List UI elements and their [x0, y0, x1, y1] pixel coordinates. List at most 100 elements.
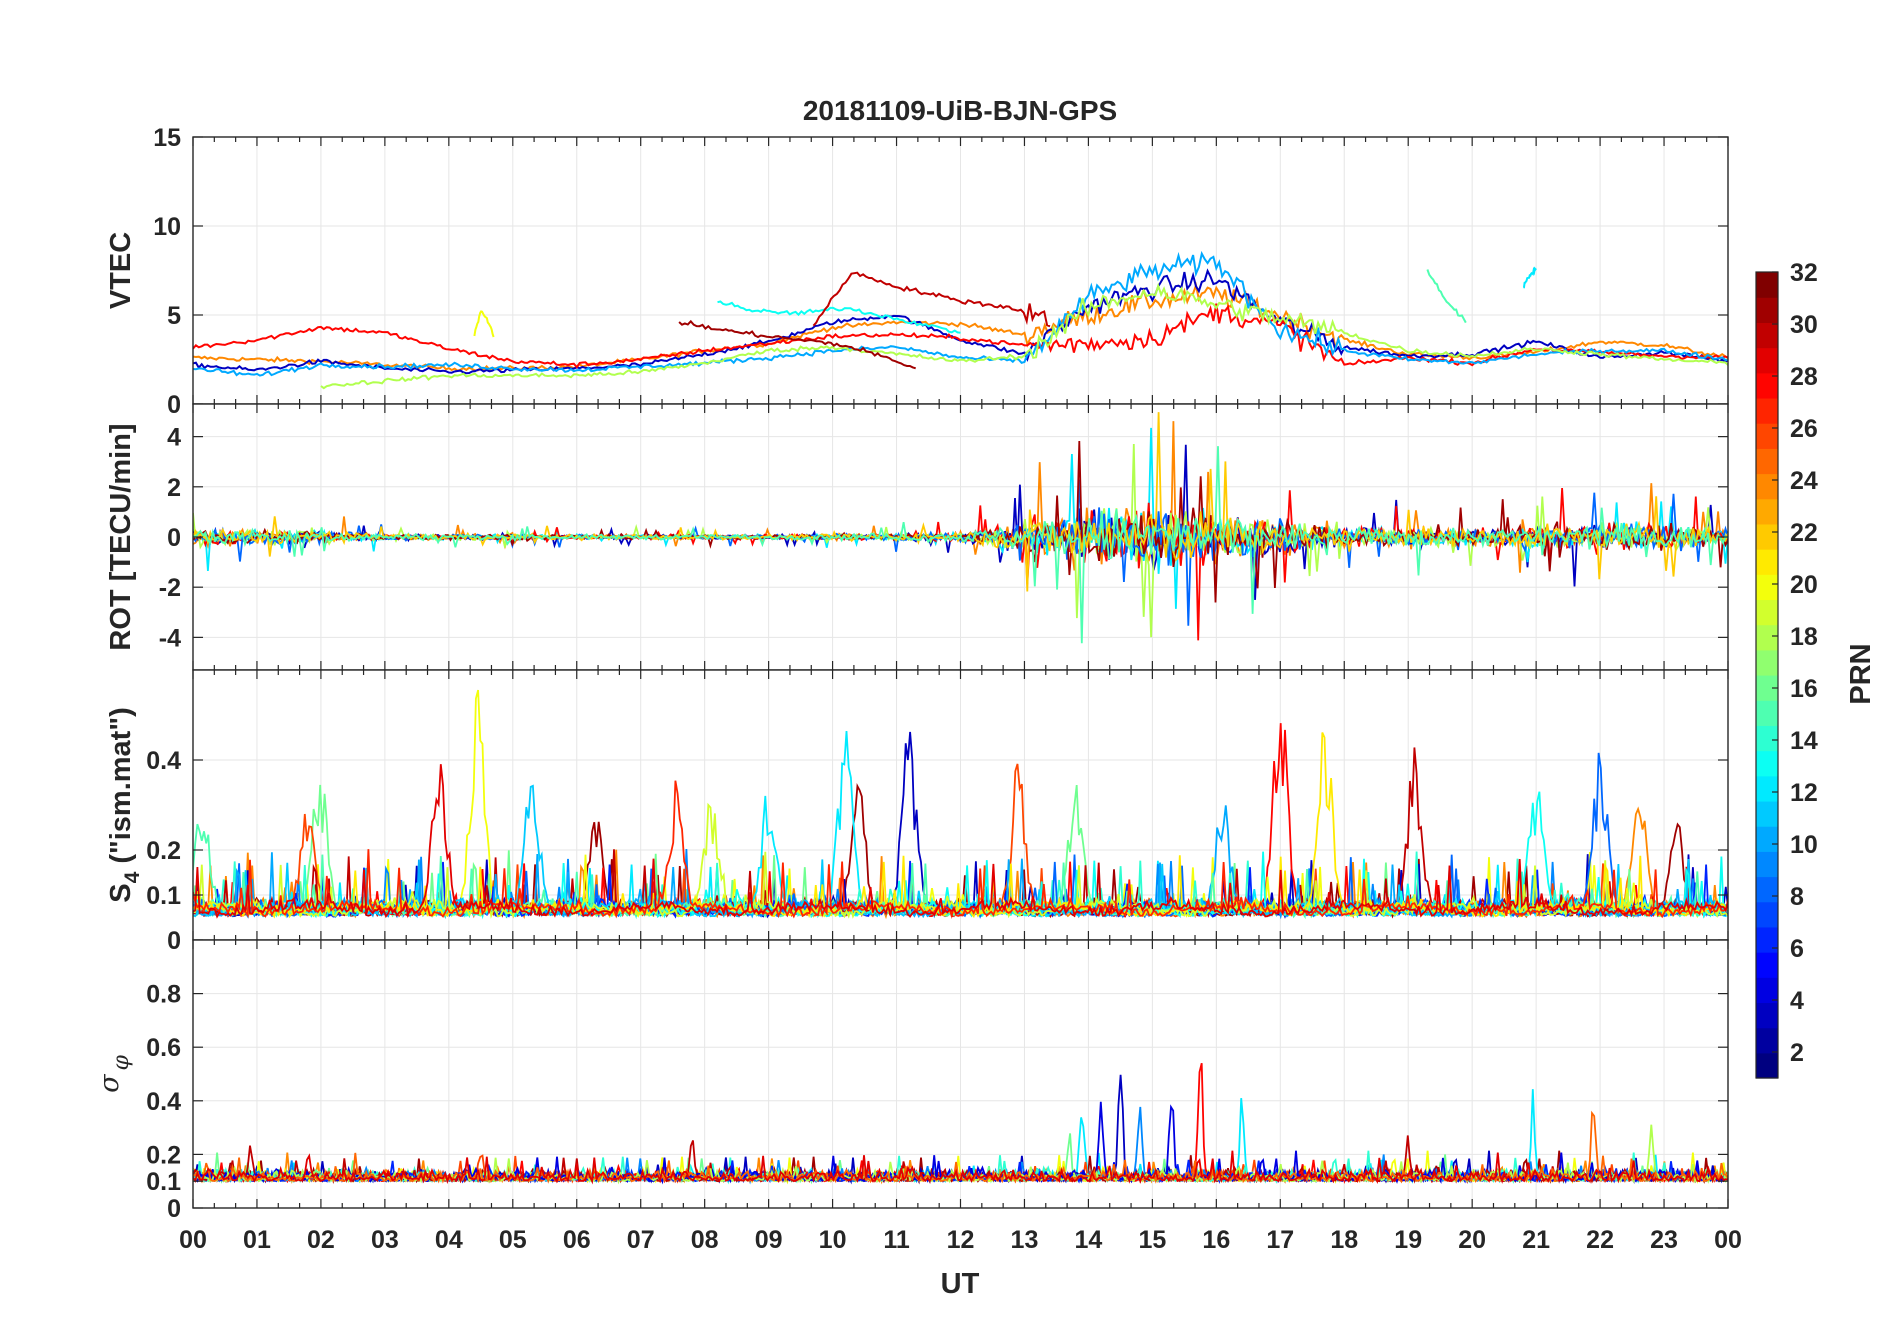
x-tick-label: 22: [1586, 1226, 1614, 1254]
y-tick-label: 0.4: [146, 1088, 181, 1116]
x-tick-label: 23: [1650, 1226, 1678, 1254]
colorbar-segment: [1756, 624, 1778, 651]
y-tick-label: 0: [167, 927, 181, 955]
colorbar-segment: [1756, 649, 1778, 676]
colorbar-segment: [1756, 574, 1778, 601]
colorbar-segment: [1756, 423, 1778, 449]
chart-figure: 20181109-UiB-BJN-GPS 051015VTEC-4-2024RO…: [94, 95, 1877, 1300]
colorbar-segment: [1756, 1002, 1778, 1029]
colorbar-tick-label: 10: [1790, 831, 1818, 859]
y-tick-label: 0.2: [146, 1141, 181, 1169]
colorbar-segment: [1756, 750, 1778, 777]
x-tick-label: 17: [1266, 1226, 1294, 1254]
colorbar-tick-label: 24: [1790, 467, 1818, 495]
x-tick-label: 01: [243, 1226, 271, 1254]
y-tick-label: 4: [167, 424, 181, 452]
x-tick-label: 00: [1714, 1226, 1742, 1254]
colorbar-segment: [1756, 800, 1778, 827]
x-tick-labels: 00 01 02 03 04 05 06 07 08 09 10 11 12 13 14 15 16 17 18 19…: [179, 1226, 1742, 1254]
colorbar-tick-label: 14: [1790, 727, 1818, 755]
x-tick-label: 20: [1458, 1226, 1486, 1254]
colorbar-tick-label: 20: [1790, 571, 1818, 599]
y-tick-label: -4: [159, 624, 181, 652]
x-tick-label: 19: [1394, 1226, 1422, 1254]
x-tick-label: 02: [307, 1226, 335, 1254]
x-axis-label: UT: [941, 1268, 980, 1300]
panel-rot: -4 -2 0 2 4 ROT [TECU/min]: [105, 403, 1729, 671]
colorbar: 2468101214161820222426283032: [1755, 259, 1818, 1079]
colorbar-tick-label: 22: [1790, 519, 1818, 547]
colorbar-segment: [1756, 523, 1778, 550]
y-axis-label: σφ: [94, 1054, 134, 1092]
y-tick-label: 0.8: [146, 981, 181, 1009]
x-tick-label: 08: [691, 1226, 719, 1254]
y-axis-label: VTEC: [105, 232, 137, 309]
colorbar-label: PRN: [1845, 643, 1877, 704]
x-tick-label: 16: [1202, 1226, 1230, 1254]
y-tick-label: 10: [153, 213, 181, 241]
colorbar-segment: [1756, 700, 1778, 726]
x-tick-label: 07: [627, 1226, 655, 1254]
colorbar-tick-label: 30: [1790, 311, 1818, 339]
panel-sigma_phi: 00.10.2 0.4 0.6 0.8 σφ: [94, 939, 1729, 1223]
colorbar-segment: [1756, 272, 1778, 298]
colorbar-tick-label: 26: [1790, 415, 1818, 443]
colorbar-segment: [1756, 725, 1778, 752]
y-axis-label: S4 ("ism.mat"): [105, 707, 144, 903]
colorbar-segment: [1756, 826, 1778, 852]
colorbar-segment: [1756, 347, 1778, 374]
colorbar-segment: [1756, 297, 1778, 323]
y-tick-label: 5: [167, 302, 181, 330]
x-tick-label: 15: [1138, 1226, 1166, 1254]
y-tick-label: 15: [153, 124, 181, 152]
x-tick-label: 05: [499, 1226, 527, 1254]
colorbar-segment: [1756, 448, 1778, 475]
y-tick-label: 0: [167, 1195, 181, 1223]
colorbar-segment: [1756, 1052, 1778, 1079]
colorbar-segment: [1756, 1027, 1778, 1054]
colorbar-tick-label: 8: [1790, 883, 1804, 911]
colorbar-segment: [1756, 851, 1778, 878]
x-tick-label: 13: [1011, 1226, 1039, 1254]
colorbar-tick-label: 32: [1790, 259, 1818, 287]
colorbar-segment: [1756, 901, 1778, 928]
colorbar-tick-label: 4: [1790, 987, 1804, 1015]
x-tick-label: 14: [1075, 1226, 1103, 1254]
chart-title: 20181109-UiB-BJN-GPS: [803, 95, 1117, 126]
x-tick-label: 09: [755, 1226, 783, 1254]
y-tick-label: 0.6: [146, 1034, 181, 1062]
colorbar-segment: [1756, 498, 1778, 525]
y-tick-label: 2: [167, 474, 181, 502]
colorbar-segment: [1756, 599, 1778, 626]
colorbar-segment: [1756, 952, 1778, 978]
colorbar-tick-label: 12: [1790, 779, 1818, 807]
colorbar-segment: [1756, 372, 1778, 399]
panel-vtec: 0 5 10 15 VTEC: [105, 124, 1729, 419]
y-tick-label: 0: [167, 524, 181, 552]
colorbar-segment: [1756, 926, 1778, 953]
x-tick-label: 06: [563, 1226, 591, 1254]
x-tick-label: 03: [371, 1226, 399, 1254]
colorbar-tick-label: 6: [1790, 935, 1804, 963]
colorbar-tick-label: 16: [1790, 675, 1818, 703]
colorbar-segment: [1756, 397, 1778, 424]
plot-panels: 051015VTEC-4-2024ROT [TECU/min]00.10.20.…: [94, 124, 1729, 1223]
panel-s4: 0 0.1 0.2 0.4S4 ("ism.mat"): [105, 669, 1729, 955]
y-tick-label: 0.1: [146, 882, 181, 910]
x-tick-label: 10: [819, 1226, 847, 1254]
colorbar-segment: [1756, 322, 1778, 349]
y-tick-label: 0.4: [146, 747, 181, 775]
colorbar-tick-label: 28: [1790, 363, 1818, 391]
y-tick-label: -2: [159, 574, 181, 602]
colorbar-segment: [1756, 876, 1778, 903]
y-tick-label: 0.2: [146, 837, 181, 865]
y-axis-label: ROT [TECU/min]: [105, 423, 137, 650]
y-tick-label: 0: [167, 391, 181, 419]
y-tick-label: 0.1: [146, 1168, 181, 1196]
x-tick-label: 21: [1522, 1226, 1550, 1254]
x-tick-label: 11: [883, 1226, 910, 1254]
x-tick-label: 18: [1330, 1226, 1358, 1254]
colorbar-tick-label: 2: [1790, 1039, 1804, 1067]
x-tick-label: 04: [435, 1226, 463, 1254]
colorbar-segment: [1756, 977, 1778, 1004]
